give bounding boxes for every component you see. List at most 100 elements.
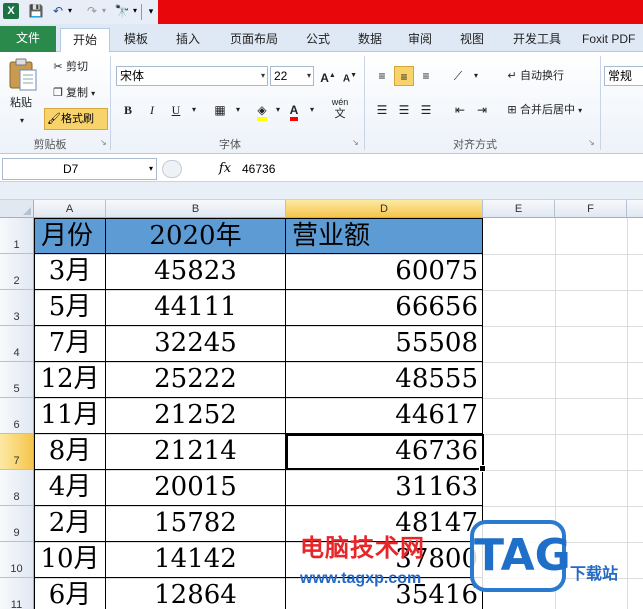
italic-button[interactable]: I xyxy=(142,100,162,120)
name-box[interactable]: D7 ▾ xyxy=(2,158,157,180)
table-cell-2020[interactable]: 15782 xyxy=(106,506,286,542)
bold-button[interactable]: B xyxy=(118,100,138,120)
insert-function-icon[interactable]: fx xyxy=(214,158,236,180)
table-cell-revenue[interactable]: 31163 xyxy=(286,470,483,506)
align-bottom-icon[interactable]: ≡ xyxy=(416,66,436,86)
table-cell-2020[interactable]: 45823 xyxy=(106,254,286,290)
phonetic-guide-button[interactable]: wén 文 xyxy=(326,96,354,120)
tab-review[interactable]: 审阅 xyxy=(398,28,442,52)
find-dropdown-icon[interactable]: ▾ xyxy=(131,3,139,19)
table-cell-revenue[interactable]: 66656 xyxy=(286,290,483,326)
column-header-f[interactable]: F xyxy=(555,200,627,218)
row-header-7[interactable]: 7 xyxy=(0,434,34,470)
find-icon[interactable]: 🔭 xyxy=(114,3,130,19)
table-cell-2020[interactable]: 44111 xyxy=(106,290,286,326)
header-cell-2020[interactable]: 2020年 xyxy=(106,219,286,254)
row-header-2[interactable]: 2 xyxy=(0,254,34,290)
wrap-text-button[interactable]: ↵ 自动换行 xyxy=(504,67,564,85)
align-middle-icon[interactable]: ≡ xyxy=(394,66,414,86)
table-cell-revenue[interactable]: 44617 xyxy=(286,398,483,434)
cut-button[interactable]: ✂ 剪切 xyxy=(50,58,88,76)
underline-button[interactable]: U xyxy=(166,100,186,120)
font-size-combo[interactable]: 22 ▾ xyxy=(270,66,314,86)
table-cell-month[interactable]: 2月 xyxy=(35,506,106,542)
tab-file[interactable]: 文件 xyxy=(0,26,56,52)
column-header-b[interactable]: B xyxy=(106,200,286,218)
table-cell-revenue[interactable]: 55508 xyxy=(286,326,483,362)
tab-home[interactable]: 开始 xyxy=(60,28,110,53)
row-header-10[interactable]: 10 xyxy=(0,542,34,578)
table-cell-month[interactable]: 3月 xyxy=(35,254,106,290)
tab-foxit-pdf[interactable]: Foxit PDF xyxy=(582,28,643,52)
paste-icon[interactable] xyxy=(8,58,38,92)
table-cell-month[interactable]: 10月 xyxy=(35,542,106,578)
redo-dropdown-icon[interactable]: ▾ xyxy=(100,3,108,19)
customize-qat-icon[interactable]: ▾ xyxy=(146,3,156,19)
undo-icon[interactable]: ↶ xyxy=(50,3,66,19)
formula-input[interactable]: 46736 xyxy=(242,158,275,180)
table-cell-month[interactable]: 5月 xyxy=(35,290,106,326)
align-right-icon[interactable]: ☰ xyxy=(416,100,436,120)
row-header-5[interactable]: 5 xyxy=(0,362,34,398)
borders-icon[interactable]: ▦ xyxy=(210,100,230,120)
alignment-launcher-icon[interactable]: ↘ xyxy=(588,138,595,147)
row-header-4[interactable]: 4 xyxy=(0,326,34,362)
shrink-font-button[interactable]: A▼ xyxy=(340,66,360,86)
align-center-icon[interactable]: ☰ xyxy=(394,100,414,120)
table-cell-month[interactable]: 7月 xyxy=(35,326,106,362)
underline-dropdown-icon[interactable]: ▾ xyxy=(184,100,204,120)
table-cell-2020[interactable]: 12864 xyxy=(106,578,286,609)
excel-app-icon[interactable]: X xyxy=(3,3,19,19)
table-cell-2020[interactable]: 14142 xyxy=(106,542,286,578)
header-cell-month[interactable]: 月份 xyxy=(35,219,106,254)
table-cell-2020[interactable]: 20015 xyxy=(106,470,286,506)
row-header-3[interactable]: 3 xyxy=(0,290,34,326)
tab-page-layout[interactable]: 页面布局 xyxy=(220,28,288,52)
table-cell-month[interactable]: 6月 xyxy=(35,578,106,609)
undo-dropdown-icon[interactable]: ▾ xyxy=(66,3,74,19)
row-header-1[interactable]: 1 xyxy=(0,218,34,254)
format-painter-button[interactable]: 🖌格式刷 xyxy=(44,108,108,130)
paste-dropdown-icon[interactable]: ▾ xyxy=(20,112,24,130)
table-cell-2020[interactable]: 32245 xyxy=(106,326,286,362)
tab-view[interactable]: 视图 xyxy=(450,28,494,52)
clipboard-launcher-icon[interactable]: ↘ xyxy=(100,138,107,147)
orientation-dropdown-icon[interactable]: ▾ xyxy=(466,66,486,86)
save-icon[interactable]: 💾 xyxy=(28,3,44,19)
font-name-combo[interactable]: 宋体 ▾ xyxy=(116,66,268,86)
table-cell-revenue[interactable]: 48555 xyxy=(286,362,483,398)
font-launcher-icon[interactable]: ↘ xyxy=(352,138,359,147)
table-cell-2020[interactable]: 21214 xyxy=(106,434,286,470)
number-format-combo[interactable]: 常规 xyxy=(604,66,643,86)
redo-icon[interactable]: ↷ xyxy=(84,3,100,19)
decrease-indent-icon[interactable]: ⇤ xyxy=(450,100,470,120)
copy-button[interactable]: ❐ 复制 ▾ xyxy=(50,84,95,103)
table-cell-month[interactable]: 11月 xyxy=(35,398,106,434)
table-cell-2020[interactable]: 25222 xyxy=(106,362,286,398)
orientation-icon[interactable]: ⟋ xyxy=(448,66,468,86)
font-color-dropdown-icon[interactable]: ▾ xyxy=(302,100,322,120)
grow-font-button[interactable]: A▲ xyxy=(318,66,338,86)
table-cell-month[interactable]: 4月 xyxy=(35,470,106,506)
column-header-a[interactable]: A xyxy=(34,200,106,218)
font-color-button[interactable]: A xyxy=(284,100,304,121)
increase-indent-icon[interactable]: ⇥ xyxy=(472,100,492,120)
table-cell-2020[interactable]: 21252 xyxy=(106,398,286,434)
column-header-e[interactable]: E xyxy=(483,200,555,218)
row-header-9[interactable]: 9 xyxy=(0,506,34,542)
tab-insert[interactable]: 插入 xyxy=(166,28,210,52)
table-cell-month[interactable]: 8月 xyxy=(35,434,106,470)
table-cell-month[interactable]: 12月 xyxy=(35,362,106,398)
table-cell-revenue[interactable]: 60075 xyxy=(286,254,483,290)
align-top-icon[interactable]: ≡ xyxy=(372,66,392,86)
tab-data[interactable]: 数据 xyxy=(348,28,392,52)
column-header-d[interactable]: D xyxy=(286,200,483,218)
paste-button[interactable]: 粘贴 xyxy=(10,94,32,112)
header-cell-revenue[interactable]: 营业额 xyxy=(286,219,483,254)
tab-developer[interactable]: 开发工具 xyxy=(502,28,572,52)
row-header-8[interactable]: 8 xyxy=(0,470,34,506)
table-cell-revenue[interactable]: 46736 xyxy=(286,434,483,470)
merge-center-button[interactable]: ⊞ 合并后居中 ▾ xyxy=(504,101,582,120)
align-left-icon[interactable]: ☰ xyxy=(372,100,392,120)
column-header-g[interactable] xyxy=(627,200,643,218)
